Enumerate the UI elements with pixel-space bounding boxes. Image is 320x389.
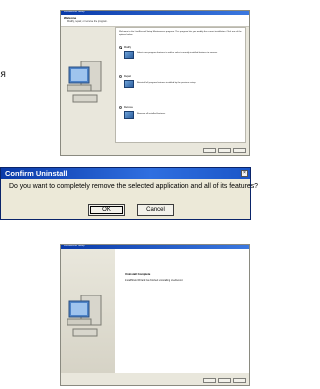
cancel-button[interactable] bbox=[233, 378, 246, 383]
options-panel: Welcome to the LiveRecord Setup Maintena… bbox=[115, 27, 246, 143]
computer-icon bbox=[67, 295, 102, 337]
window-title: LiveRecord Setup bbox=[64, 10, 85, 13]
dialog-message: Do you want to completely remove the sel… bbox=[9, 183, 258, 190]
back-button[interactable] bbox=[203, 378, 216, 383]
remove-icon bbox=[124, 111, 134, 119]
radio-remove[interactable] bbox=[119, 106, 122, 109]
next-button[interactable] bbox=[218, 148, 231, 153]
option-label-repair: Repair bbox=[124, 75, 132, 78]
option-label-modify: Modify bbox=[124, 46, 132, 49]
option-desc-remove: Remove all installed features. bbox=[137, 113, 166, 115]
radio-repair[interactable] bbox=[119, 75, 122, 78]
completion-message: InstallShield Wizard has finished uninst… bbox=[125, 280, 184, 282]
header-subtitle: Modify, repair, or remove the program. bbox=[67, 20, 108, 23]
dialog-title-bar[interactable]: Confirm Uninstall × bbox=[1, 168, 250, 179]
modify-icon bbox=[124, 51, 134, 59]
side-text: я bbox=[0, 69, 7, 80]
intro-text: Welcome to the LiveRecord Setup Maintena… bbox=[119, 31, 242, 36]
window-title: LiveRecord Setup bbox=[64, 244, 85, 247]
installer-window-maintenance: LiveRecord Setup Welcome Modify, repair,… bbox=[60, 10, 250, 156]
finish-button[interactable] bbox=[218, 378, 231, 383]
confirm-uninstall-dialog: Confirm Uninstall × Do you want to compl… bbox=[0, 167, 258, 220]
cancel-button[interactable]: Cancel bbox=[137, 204, 174, 216]
back-button[interactable] bbox=[203, 148, 216, 153]
repair-icon bbox=[124, 80, 134, 88]
close-icon[interactable]: × bbox=[241, 170, 248, 177]
dialog-title: Confirm Uninstall bbox=[5, 169, 68, 178]
radio-modify[interactable] bbox=[119, 46, 122, 49]
completion-panel: Uninstall Complete InstallShield Wizard … bbox=[115, 249, 249, 373]
computer-icon bbox=[67, 61, 102, 103]
ok-button[interactable]: OK bbox=[88, 204, 125, 216]
wizard-header: Welcome Modify, repair, or remove the pr… bbox=[61, 15, 249, 27]
wizard-buttons bbox=[203, 378, 246, 383]
option-label-remove: Remove bbox=[124, 106, 133, 109]
completion-heading: Uninstall Complete bbox=[125, 272, 151, 276]
option-desc-repair: Reinstall all program features installed… bbox=[137, 82, 197, 84]
option-desc-modify: Select new program features to add or se… bbox=[137, 52, 218, 54]
wizard-buttons bbox=[203, 148, 246, 153]
cancel-button[interactable] bbox=[233, 148, 246, 153]
installer-window-complete: LiveRecord Setup Uninstall Complete Inst… bbox=[60, 244, 250, 386]
